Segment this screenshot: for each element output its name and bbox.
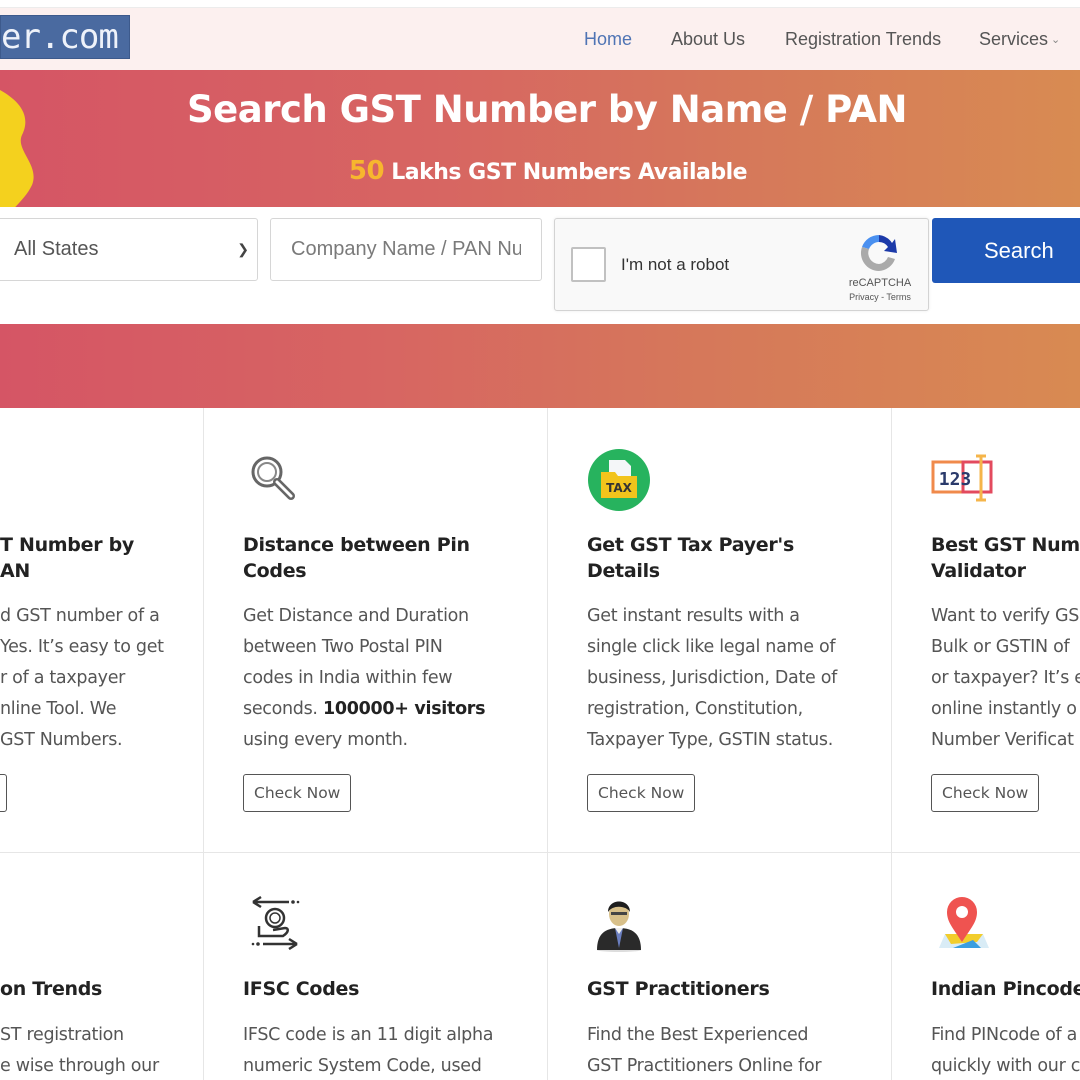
card-description: Find PINcode of a quickly with our c (931, 1025, 1080, 1076)
state-select-value: All States (14, 238, 99, 260)
recaptcha-privacy-terms[interactable]: Privacy - Terms (835, 292, 925, 302)
nav-home[interactable]: Home (584, 29, 632, 50)
card-title: GST Practitioners (587, 978, 770, 1000)
recaptcha-logo-icon (860, 234, 897, 272)
visitors-count: 100000+ visitors (322, 699, 486, 719)
money-transfer-icon (251, 895, 300, 950)
map-pin-icon (939, 897, 989, 948)
desc-text: using every month. (243, 730, 408, 750)
chevron-down-icon: ⌄ (1051, 33, 1061, 46)
search-form: All States ❯ I'm not a robot reCAPTCHA P… (0, 207, 1080, 324)
card-title: Best GST Numb Validator (931, 534, 1080, 582)
browser-top-edge (0, 0, 1080, 8)
card-title: T Number by AN (0, 534, 134, 582)
site-logo[interactable]: er.com (0, 15, 130, 59)
card-title: IFSC Codes (243, 978, 360, 1000)
nav-about-us[interactable]: About Us (671, 29, 745, 50)
recaptcha-brand: reCAPTCHA (848, 277, 912, 289)
gradient-band (0, 324, 1080, 408)
state-select[interactable]: All States ❯ (0, 218, 258, 281)
check-now-button[interactable]: Check Now (931, 774, 1040, 812)
card-description: Get instant results with a single click … (587, 606, 838, 750)
nav-services-label: Services (979, 28, 1049, 49)
card-title: Indian Pincode (931, 978, 1080, 1000)
gst-count: 50 (348, 156, 385, 186)
svg-text:123: 123 (939, 469, 972, 490)
search-button[interactable]: Search (932, 218, 1080, 283)
nav-services-dropdown[interactable]: Services ⌄ (979, 29, 1060, 50)
check-now-button[interactable]: Check Now (243, 774, 352, 812)
card-description: d GST number of a Yes. It’s easy to get … (0, 606, 164, 750)
magnifier-icon (251, 456, 295, 500)
hero-subtitle-text: Lakhs GST Numbers Available (384, 160, 748, 185)
logo-text: er.com (1, 17, 119, 57)
recaptcha-widget: I'm not a robot reCAPTCHA Privacy - Term… (554, 218, 929, 311)
hero-subtitle: 50 Lakhs GST Numbers Available (0, 156, 1080, 186)
card-title: Get GST Tax Payer's Details (587, 534, 794, 582)
check-now-button[interactable] (0, 774, 7, 812)
card-description: ST registration e wise through our (0, 1025, 159, 1076)
grid-divider (0, 852, 1080, 853)
check-now-button[interactable]: Check Now (587, 774, 696, 812)
card-description: Find the Best Experienced GST Practition… (587, 1025, 822, 1076)
card-title: Distance between Pin Codes (243, 534, 470, 582)
company-name-pan-input[interactable] (270, 218, 542, 281)
hero-title: Search GST Number by Name / PAN (187, 88, 907, 131)
services-grid: T Number by AN d GST number of a Yes. It… (0, 408, 1080, 1080)
chevron-down-icon: ❯ (237, 241, 249, 257)
card-description: Want to verify GS Bulk or GSTIN of or ta… (931, 606, 1080, 750)
tax-folder-icon: TAX (588, 449, 650, 511)
number-validator-icon: 123 (931, 454, 993, 502)
navbar: er.com Home About Us Registration Trends… (0, 8, 1080, 70)
card-description: IFSC code is an 11 digit alpha numeric S… (243, 1025, 494, 1076)
card-description: Get Distance and Duration between Two Po… (243, 601, 486, 756)
grid-divider (547, 408, 548, 1080)
recaptcha-checkbox[interactable] (571, 247, 606, 282)
grid-divider (891, 408, 892, 1080)
grid-divider (203, 408, 204, 1080)
hero-banner: Search GST Number by Name / PAN 50 Lakhs… (0, 70, 1080, 207)
businessman-icon (597, 901, 641, 952)
svg-text:TAX: TAX (606, 481, 633, 495)
nav-registration-trends[interactable]: Registration Trends (785, 29, 941, 50)
card-title: on Trends (0, 978, 103, 1000)
recaptcha-label: I'm not a robot (621, 255, 730, 274)
